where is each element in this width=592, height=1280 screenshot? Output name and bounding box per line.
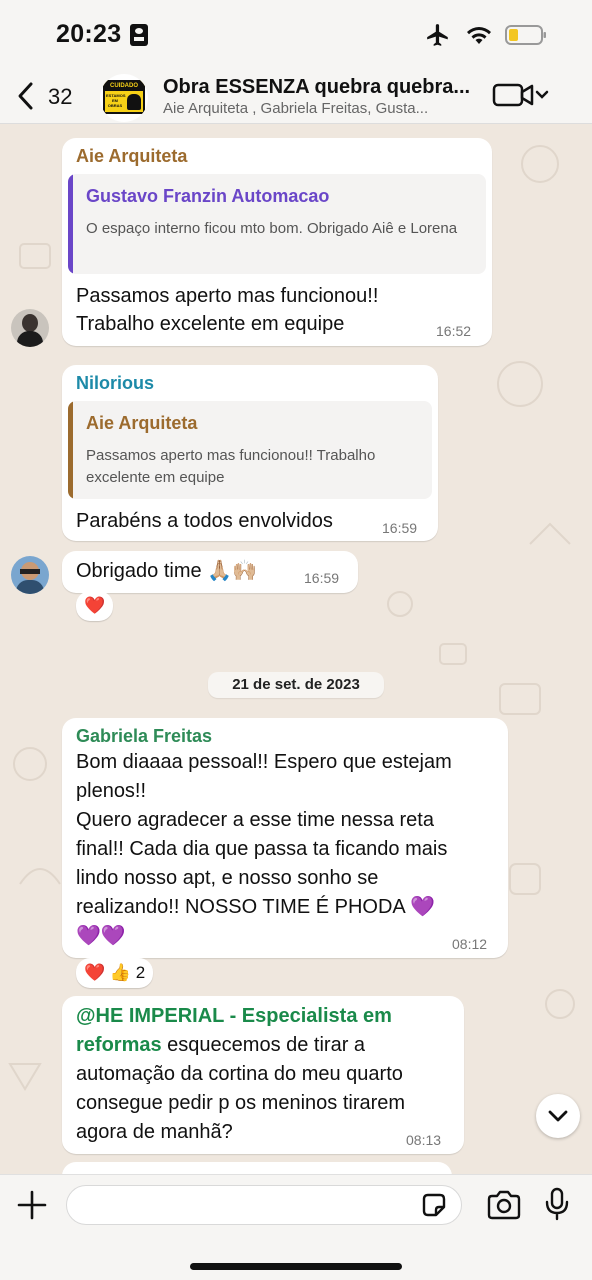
message-input[interactable] — [66, 1185, 462, 1225]
quoted-text: Passamos aperto mas funcionou!! Trabalho… — [86, 447, 376, 486]
chat-header: 32 CUIDADO ESTAMOS EM OBRAS Obra ESSENZA… — [0, 70, 592, 124]
camera-icon[interactable] — [486, 1189, 522, 1221]
wifi-icon — [467, 27, 491, 44]
message-text-line: Passamos aperto mas funcionou!! — [76, 285, 379, 307]
message-bubble[interactable]: Aie Arquiteta Gustavo Franzin Automacao … — [62, 138, 492, 346]
avatar-nilorious[interactable] — [11, 556, 49, 594]
message-text-line: Trabalho excelente em equipe — [76, 313, 345, 335]
under-construction-sign: CUIDADO ESTAMOS EM OBRAS — [103, 80, 145, 114]
message-text-line: consegue pedir p os meninos tirarem — [76, 1092, 406, 1114]
message-text-line: Bom diaaaa pessoal!! Espero que estejam — [76, 751, 452, 773]
contact-card-icon — [130, 24, 148, 46]
message-text-line: Quero agradecer a esse time nessa reta — [76, 809, 434, 831]
chat-title[interactable]: Obra ESSENZA quebra quebra... — [163, 76, 470, 99]
message-text-line: reformas esquecemos de tirar a — [76, 1034, 366, 1056]
battery-icon — [505, 25, 546, 45]
message-text: Parabéns a todos envolvidos — [76, 510, 333, 532]
message-time: 08:13 — [406, 1132, 442, 1148]
message-text-line: lindo nosso apt, e nosso sonho se — [76, 867, 379, 889]
message-text-line: automação da cortina do meu quarto — [76, 1063, 403, 1085]
message-bubble[interactable]: Obrigado time 🙏🏼🙌🏼 16:59 — [62, 551, 358, 593]
message-time: 08:12 — [452, 936, 488, 952]
message-text-line: final!! Cada dia que passa ta ficando ma… — [76, 838, 448, 860]
airplane-mode-icon — [427, 24, 448, 46]
message-text-line: agora de manhã? — [76, 1121, 233, 1143]
chat-participants[interactable]: Aie Arquiteta , Gabriela Freitas, Gusta.… — [163, 100, 428, 117]
worker-icon — [127, 94, 141, 110]
mention-link[interactable]: reformas — [76, 1034, 162, 1056]
plus-icon[interactable] — [16, 1189, 48, 1221]
message-text: Obrigado time 🙏🏼🙌🏼 — [76, 560, 257, 582]
message-bubble-partial[interactable] — [62, 1162, 452, 1174]
message-bubble[interactable]: Gabriela Freitas Bom diaaaa pessoal!! Es… — [62, 718, 508, 958]
message-sender: Nilorious — [76, 373, 155, 393]
quoted-text: O espaço interno ficou mto bom. Obrigado… — [86, 220, 458, 237]
message-time: 16:59 — [382, 520, 418, 536]
message-mention: @HE IMPERIAL - Especialista em — [76, 1002, 392, 1031]
message-sender: Gabriela Freitas — [76, 726, 213, 746]
message-composer — [0, 1174, 592, 1280]
message-time: 16:52 — [436, 323, 472, 339]
scroll-to-bottom-button[interactable] — [536, 1094, 580, 1138]
status-bar: 20:23 — [0, 0, 592, 70]
message-text-line: 💜💜 — [76, 925, 126, 947]
message-bubble[interactable]: Nilorious Aie Arquiteta Passamos aperto … — [62, 365, 438, 541]
home-indicator — [190, 1263, 402, 1270]
unread-count[interactable]: 32 — [48, 84, 72, 110]
chat-messages[interactable]: Aie Arquiteta Gustavo Franzin Automacao … — [0, 124, 592, 1174]
message-sender: Aie Arquiteta — [76, 146, 188, 166]
quoted-message[interactable]: Gustavo Franzin Automacao O espaço inter… — [68, 174, 486, 274]
quoted-sender: Gustavo Franzin Automacao — [86, 186, 330, 206]
group-avatar[interactable]: CUIDADO ESTAMOS EM OBRAS — [100, 74, 148, 122]
quoted-sender: Aie Arquiteta — [86, 413, 198, 433]
back-chevron-icon[interactable] — [14, 80, 38, 112]
message-bubble[interactable]: @HE IMPERIAL - Especialista em reformas … — [62, 996, 464, 1154]
message-reaction[interactable]: ❤️ 👍 2 — [76, 958, 154, 988]
chevron-down-icon — [548, 1110, 568, 1122]
date-divider: 21 de set. de 2023 — [208, 672, 384, 698]
avatar-aie[interactable] — [11, 309, 49, 347]
sticker-icon[interactable] — [420, 1191, 448, 1219]
status-time: 20:23 — [56, 20, 122, 48]
message-reaction[interactable]: ❤️ — [76, 591, 114, 621]
message-time: 16:59 — [304, 570, 340, 586]
quoted-message[interactable]: Aie Arquiteta Passamos aperto mas funcio… — [68, 401, 432, 499]
video-call-icon[interactable] — [492, 82, 550, 108]
message-text-line: realizando!! NOSSO TIME É PHODA 💜 — [76, 896, 436, 918]
microphone-icon[interactable] — [544, 1187, 570, 1221]
message-text-line: plenos!! — [76, 780, 147, 802]
mention-link[interactable]: @HE IMPERIAL - Especialista em — [76, 1005, 392, 1027]
